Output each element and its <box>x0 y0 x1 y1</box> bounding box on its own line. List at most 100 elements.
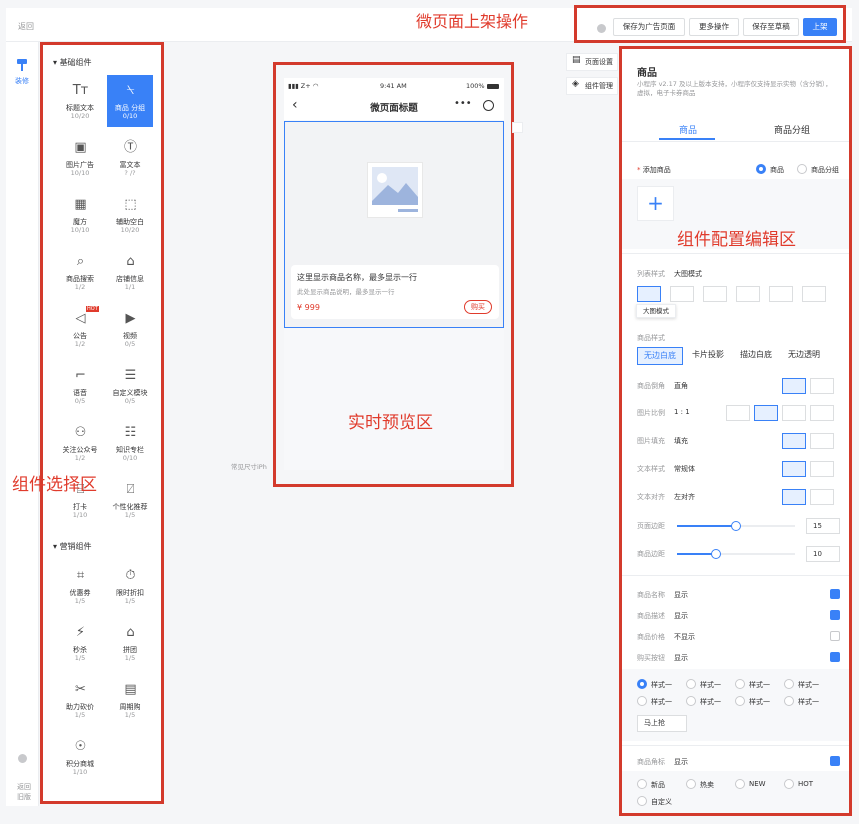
number-input[interactable]: 15 <box>806 518 840 534</box>
button-style-radio[interactable] <box>784 679 794 689</box>
goods-style-tab[interactable]: 卡片投影 <box>686 347 730 365</box>
toggle-checkbox[interactable] <box>830 652 840 662</box>
list-icon[interactable] <box>736 286 760 302</box>
chat-icon: ⚇ <box>74 425 87 440</box>
button-style-radio[interactable] <box>686 696 696 706</box>
row-value: 常规体 <box>674 465 695 473</box>
component-group-buy[interactable]: ⌂ 拼团 1/5 <box>107 617 153 669</box>
add-goods-text: 添加商品 <box>642 166 671 174</box>
component-timer[interactable]: ⏱ 限时折扣 1/5 <box>107 560 153 612</box>
component-search[interactable]: ⌕ 商品搜索 1/2 <box>57 246 103 298</box>
goods-style-tab[interactable]: 无边白底 <box>637 347 683 365</box>
align-center-icon[interactable] <box>810 489 834 505</box>
back-link[interactable]: 返回 <box>18 21 34 32</box>
component-chat[interactable]: ⚇ 关注公众号 1/2 <box>57 417 103 469</box>
toggle-label: 购买按钮 <box>637 654 665 662</box>
ratio-3-4-icon[interactable] <box>782 405 806 421</box>
publish-button[interactable]: 上架 <box>803 18 837 36</box>
slider-knob[interactable] <box>711 549 721 559</box>
ratio-3-2-icon[interactable] <box>726 405 750 421</box>
button-style-radio[interactable] <box>735 696 745 706</box>
component-rich-text[interactable]: Ⓣ 富文本? /? <box>107 132 153 184</box>
tab-goods[interactable]: 商品 <box>679 123 697 136</box>
button-style-radio[interactable] <box>637 679 647 689</box>
tab-goods-group[interactable]: 商品分组 <box>774 123 810 136</box>
button-style-radio[interactable] <box>784 696 794 706</box>
component-magic-cube[interactable]: ▦ 魔方 10/10 <box>57 189 103 241</box>
component-video[interactable]: ▶ 视频 0/5 <box>107 303 153 355</box>
ratio-1-1-icon[interactable] <box>754 405 778 421</box>
rounded-corner-icon[interactable] <box>782 378 806 394</box>
toggle-label: 商品价格 <box>637 633 665 641</box>
component-flash-sale[interactable]: ⚡ 秒杀 1/5 <box>57 617 103 669</box>
corner-option-label: 新品 <box>651 781 665 789</box>
help-icon[interactable] <box>597 24 606 33</box>
ratio-16-9-icon[interactable] <box>810 405 834 421</box>
number-input[interactable]: 10 <box>806 546 840 562</box>
align-left-icon[interactable] <box>782 489 806 505</box>
goods-style-tab[interactable]: 无边透明 <box>782 347 826 365</box>
trash-icon[interactable] <box>512 122 523 133</box>
component-coupon[interactable]: ⌗ 优惠券 1/5 <box>57 560 103 612</box>
toggle-checkbox[interactable] <box>830 610 840 620</box>
toggle-checkbox[interactable] <box>830 631 840 641</box>
basic-section-title[interactable]: ▾ 基础组件 <box>53 57 92 68</box>
group-buy-icon: ⌂ <box>126 625 135 640</box>
goods-style-tab[interactable]: 描边白底 <box>733 347 779 365</box>
text-regular-icon[interactable] <box>782 461 806 477</box>
text-bold-icon[interactable] <box>810 461 834 477</box>
big-image-icon[interactable] <box>637 286 661 302</box>
corner-option-radio[interactable] <box>784 779 794 789</box>
button-style-radio[interactable] <box>735 679 745 689</box>
button-text-input[interactable]: 马上抢 <box>637 715 687 732</box>
three-column-icon[interactable] <box>703 286 727 302</box>
component-custom-module[interactable]: ☰ 自定义模块 0/5 <box>107 360 153 412</box>
slider-knob[interactable] <box>731 521 741 531</box>
button-style-radio[interactable] <box>637 696 647 706</box>
marketing-section-title[interactable]: ▾ 营销组件 <box>53 541 92 552</box>
config-title: 商品 <box>637 68 657 79</box>
component-store[interactable]: ⌂ 店铺信息 1/1 <box>107 246 153 298</box>
component-notice[interactable]: ◁ HOT 公告 1/2 <box>57 303 103 355</box>
radio-goods-group[interactable] <box>797 164 807 174</box>
component-title-text[interactable]: Tᴛ 标题文本 10/20 <box>57 75 103 127</box>
swipe-icon[interactable] <box>802 286 826 302</box>
paint-brush-icon[interactable] <box>16 58 28 72</box>
more-actions-button[interactable]: 更多操作 <box>689 18 739 36</box>
component-image-ad[interactable]: ▣ 图片广告 10/10 <box>57 132 103 184</box>
corner-option-radio[interactable] <box>735 779 745 789</box>
component-blank-space[interactable]: ⬚ 辅助空白 10/20 <box>107 189 153 241</box>
component-bargain[interactable]: ✂ 助力砍价 1/5 <box>57 674 103 726</box>
square-corner-icon[interactable] <box>810 378 834 394</box>
component-calendar[interactable]: ▤ 周期购 1/5 <box>107 674 153 726</box>
fit-icon[interactable] <box>810 433 834 449</box>
two-column-icon[interactable] <box>670 286 694 302</box>
component-microphone[interactable]: ⌐ 语音 0/5 <box>57 360 103 412</box>
save-as-ad-page-button[interactable]: 保存为广告页面 <box>613 18 685 36</box>
divider <box>622 141 849 142</box>
row-label: 文本样式 <box>637 465 665 473</box>
mixed-icon[interactable] <box>769 286 793 302</box>
corner-option-radio[interactable] <box>686 779 696 789</box>
decorate-label[interactable]: 装修 <box>15 76 29 86</box>
fill-icon[interactable] <box>782 433 806 449</box>
toggle-checkbox[interactable] <box>830 589 840 599</box>
component-goods-group[interactable]: ⍀ 商品 分组 0/10 <box>107 75 153 127</box>
radio-goods[interactable] <box>756 164 766 174</box>
corner-option-radio[interactable] <box>637 796 647 806</box>
row-label: 商品倒角 <box>637 382 665 390</box>
component-count: 10/10 <box>70 169 90 177</box>
save-draft-button[interactable]: 保存至草稿 <box>743 18 799 36</box>
component-count: 1/5 <box>124 654 136 662</box>
corner-option-radio[interactable] <box>637 779 647 789</box>
publish-actions-highlight: 保存为广告页面 更多操作 保存至草稿 上架 <box>574 5 846 43</box>
corner-checkbox[interactable] <box>830 756 840 766</box>
help-icon[interactable] <box>18 754 27 763</box>
add-goods-plus-button[interactable]: + <box>637 186 674 221</box>
component-knowledge[interactable]: ☷ 知识专栏 0/10 <box>107 417 153 469</box>
button-style-radio[interactable] <box>686 679 696 689</box>
component-tshirt[interactable]: ⍁ 个性化推荐 1/5 <box>107 474 153 526</box>
old-version-link[interactable]: 返回旧版 <box>16 782 32 802</box>
calendar-icon: ▤ <box>124 682 137 697</box>
component-medal[interactable]: ☉ 积分商城 1/10 <box>57 731 103 783</box>
